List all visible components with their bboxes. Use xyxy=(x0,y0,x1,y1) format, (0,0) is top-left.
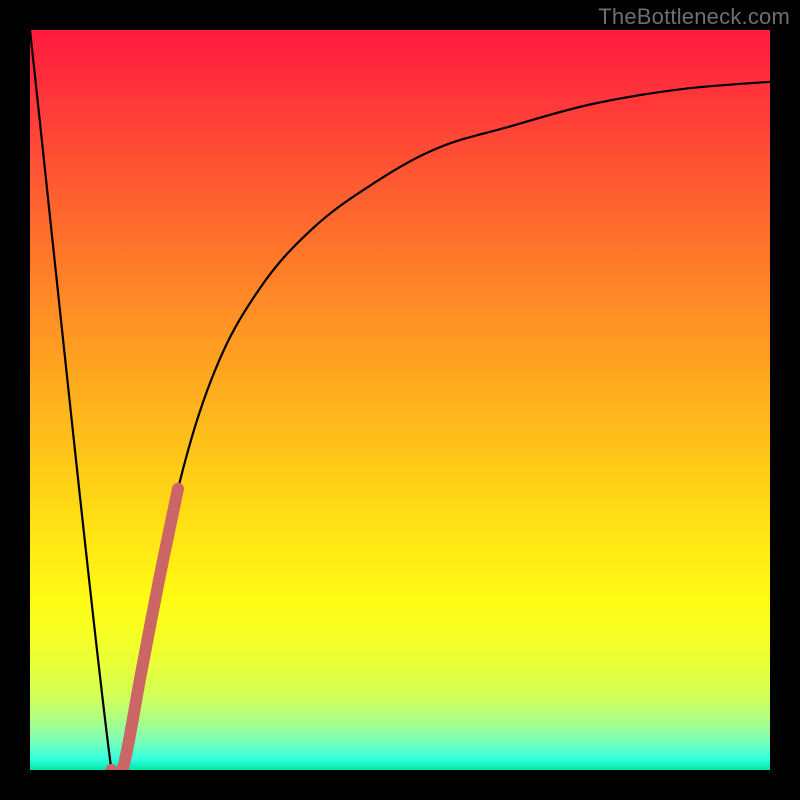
highlight-segment-path xyxy=(111,489,178,770)
watermark-text: TheBottleneck.com xyxy=(598,4,790,30)
bottleneck-curve-path xyxy=(30,30,770,770)
curve-svg xyxy=(30,30,770,770)
chart-frame: TheBottleneck.com xyxy=(0,0,800,800)
plot-area xyxy=(30,30,770,770)
